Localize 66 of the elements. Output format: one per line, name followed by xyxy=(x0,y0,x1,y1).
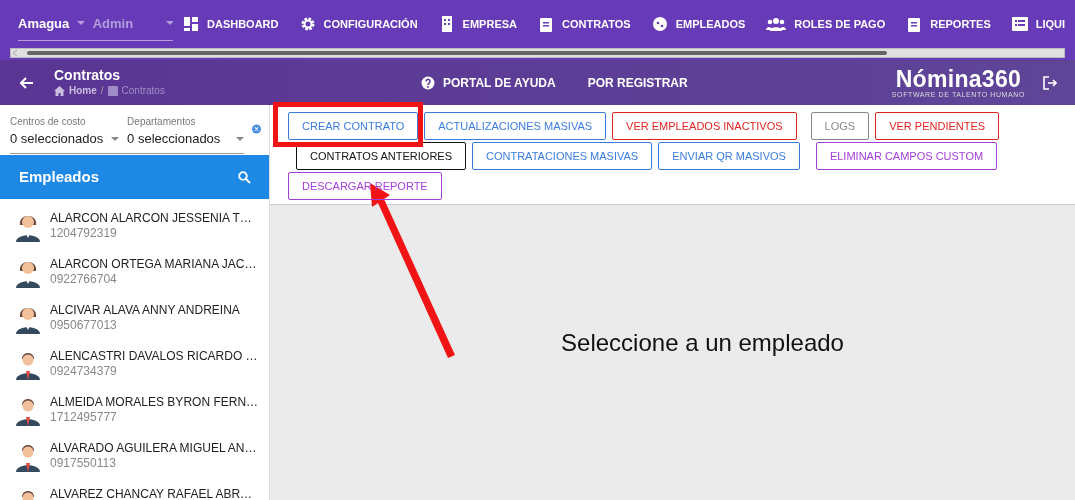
employee-name: ALCIVAR ALAVA ANNY ANDREINA xyxy=(50,303,240,318)
breadcrumb-separator: / xyxy=(100,84,104,98)
employee-name: ALENCASTRI DAVALOS RICARDO … xyxy=(50,349,258,364)
nav-link[interactable]: DASHBOARD xyxy=(183,15,279,33)
help-portal-link[interactable]: PORTAL DE AYUDA xyxy=(421,73,556,92)
nav-link[interactable]: REPORTES xyxy=(906,15,991,33)
company-name: Amagua xyxy=(18,14,70,33)
search-icon[interactable] xyxy=(238,170,251,184)
action-button[interactable]: LOGS xyxy=(810,112,870,140)
people-icon xyxy=(766,16,787,32)
dashboard-icon xyxy=(183,16,199,32)
employee-item[interactable]: ALARCON ORTEGA MARIANA JAC… 0922766704 xyxy=(0,257,269,303)
gear-icon xyxy=(299,16,316,32)
nav-link[interactable]: CONTRATOS xyxy=(538,15,631,33)
action-button[interactable]: ELIMINAR CAMPOS CUSTOM xyxy=(815,142,998,170)
help-icon xyxy=(421,75,435,90)
action-button[interactable]: ACTUALIZACIONES MASIVAS xyxy=(424,112,607,140)
employee-name: ALARCON ORTEGA MARIANA JAC… xyxy=(50,257,257,272)
breadcrumb-link[interactable]: Home xyxy=(69,83,97,98)
pending-link[interactable]: POR REGISTRAR xyxy=(587,73,688,92)
caret-icon xyxy=(165,21,173,26)
empty-message: Seleccione a un empleado xyxy=(561,327,844,358)
role-name: Admin xyxy=(92,14,135,33)
back-arrow-icon[interactable] xyxy=(20,76,34,89)
employee-name: ALVAREZ CHANCAY RAFAEL ABR… xyxy=(50,487,253,500)
face-icon xyxy=(651,16,668,32)
home-icon xyxy=(54,85,65,96)
action-button[interactable]: CONTRATACIONES MASIVAS xyxy=(472,142,653,170)
employee-item[interactable]: ALVARADO AGUILERA MIGUEL AN… 0917550113 xyxy=(0,441,269,487)
employee-id: 0917550113 xyxy=(50,456,117,471)
action-button[interactable]: CREAR CONTRATO xyxy=(288,112,419,140)
panel-title: Empleados xyxy=(19,166,100,187)
nav-link[interactable]: ROLES DE PAGO xyxy=(766,15,886,33)
company-selector[interactable]: Amagua Admin xyxy=(18,7,173,41)
filter-dropdown[interactable]: Departamentos 0 seleccionados xyxy=(127,114,244,149)
employee-item[interactable]: ALVAREZ CHANCAY RAFAEL ABR… xyxy=(0,487,269,500)
employee-id: 0924734379 xyxy=(50,364,118,379)
logout-icon[interactable] xyxy=(1043,75,1057,90)
employee-id: 1204792319 xyxy=(50,226,118,241)
list-icon xyxy=(1011,16,1028,32)
action-button[interactable]: ENVIAR QR MASIVOS xyxy=(658,142,800,170)
employee-item[interactable]: ALENCASTRI DAVALOS RICARDO … 0924734379 xyxy=(0,349,269,395)
action-button[interactable]: CONTRATOS ANTERIORES xyxy=(296,142,466,170)
nav-link[interactable]: LIQUI xyxy=(1011,15,1066,33)
filter-dropdown[interactable]: Centros de costo 0 seleccionados xyxy=(10,114,120,149)
action-button[interactable]: VER PENDIENTES xyxy=(875,112,1000,140)
caret-icon xyxy=(111,136,120,142)
page-title: Contratos xyxy=(54,67,122,83)
clear-icon[interactable] xyxy=(252,122,261,136)
action-button[interactable]: VER EMPLEADOS INACTIVOS xyxy=(612,112,797,140)
employee-id: 0950677013 xyxy=(50,318,118,333)
caret-icon xyxy=(77,21,85,26)
employee-name: ALVARADO AGUILERA MIGUEL AN… xyxy=(50,441,257,456)
breadcrumb-current: Contratos xyxy=(121,84,165,98)
employee-id: 0922766704 xyxy=(50,272,118,287)
employee-item[interactable]: ALCIVAR ALAVA ANNY ANDREINA 0950677013 xyxy=(0,303,269,349)
employee-id: 1712495777 xyxy=(50,410,118,425)
employee-item[interactable]: ALMEIDA MORALES BYRON FERN… 1712495777 xyxy=(0,395,269,441)
logo: Nómina360 xyxy=(894,67,1023,91)
employee-name: ALMEIDA MORALES BYRON FERN… xyxy=(50,395,259,410)
nav-link[interactable]: EMPRESA xyxy=(438,15,517,33)
nav-link[interactable]: CONFIGURACIÓN xyxy=(299,15,418,33)
nav-link[interactable]: EMPLEADOS xyxy=(651,15,746,33)
employee-name: ALARCON ALARCON JESSENIA T… xyxy=(50,211,252,226)
employee-item[interactable]: ALARCON ALARCON JESSENIA T… 1204792319 xyxy=(0,211,269,257)
caret-icon xyxy=(236,136,244,142)
